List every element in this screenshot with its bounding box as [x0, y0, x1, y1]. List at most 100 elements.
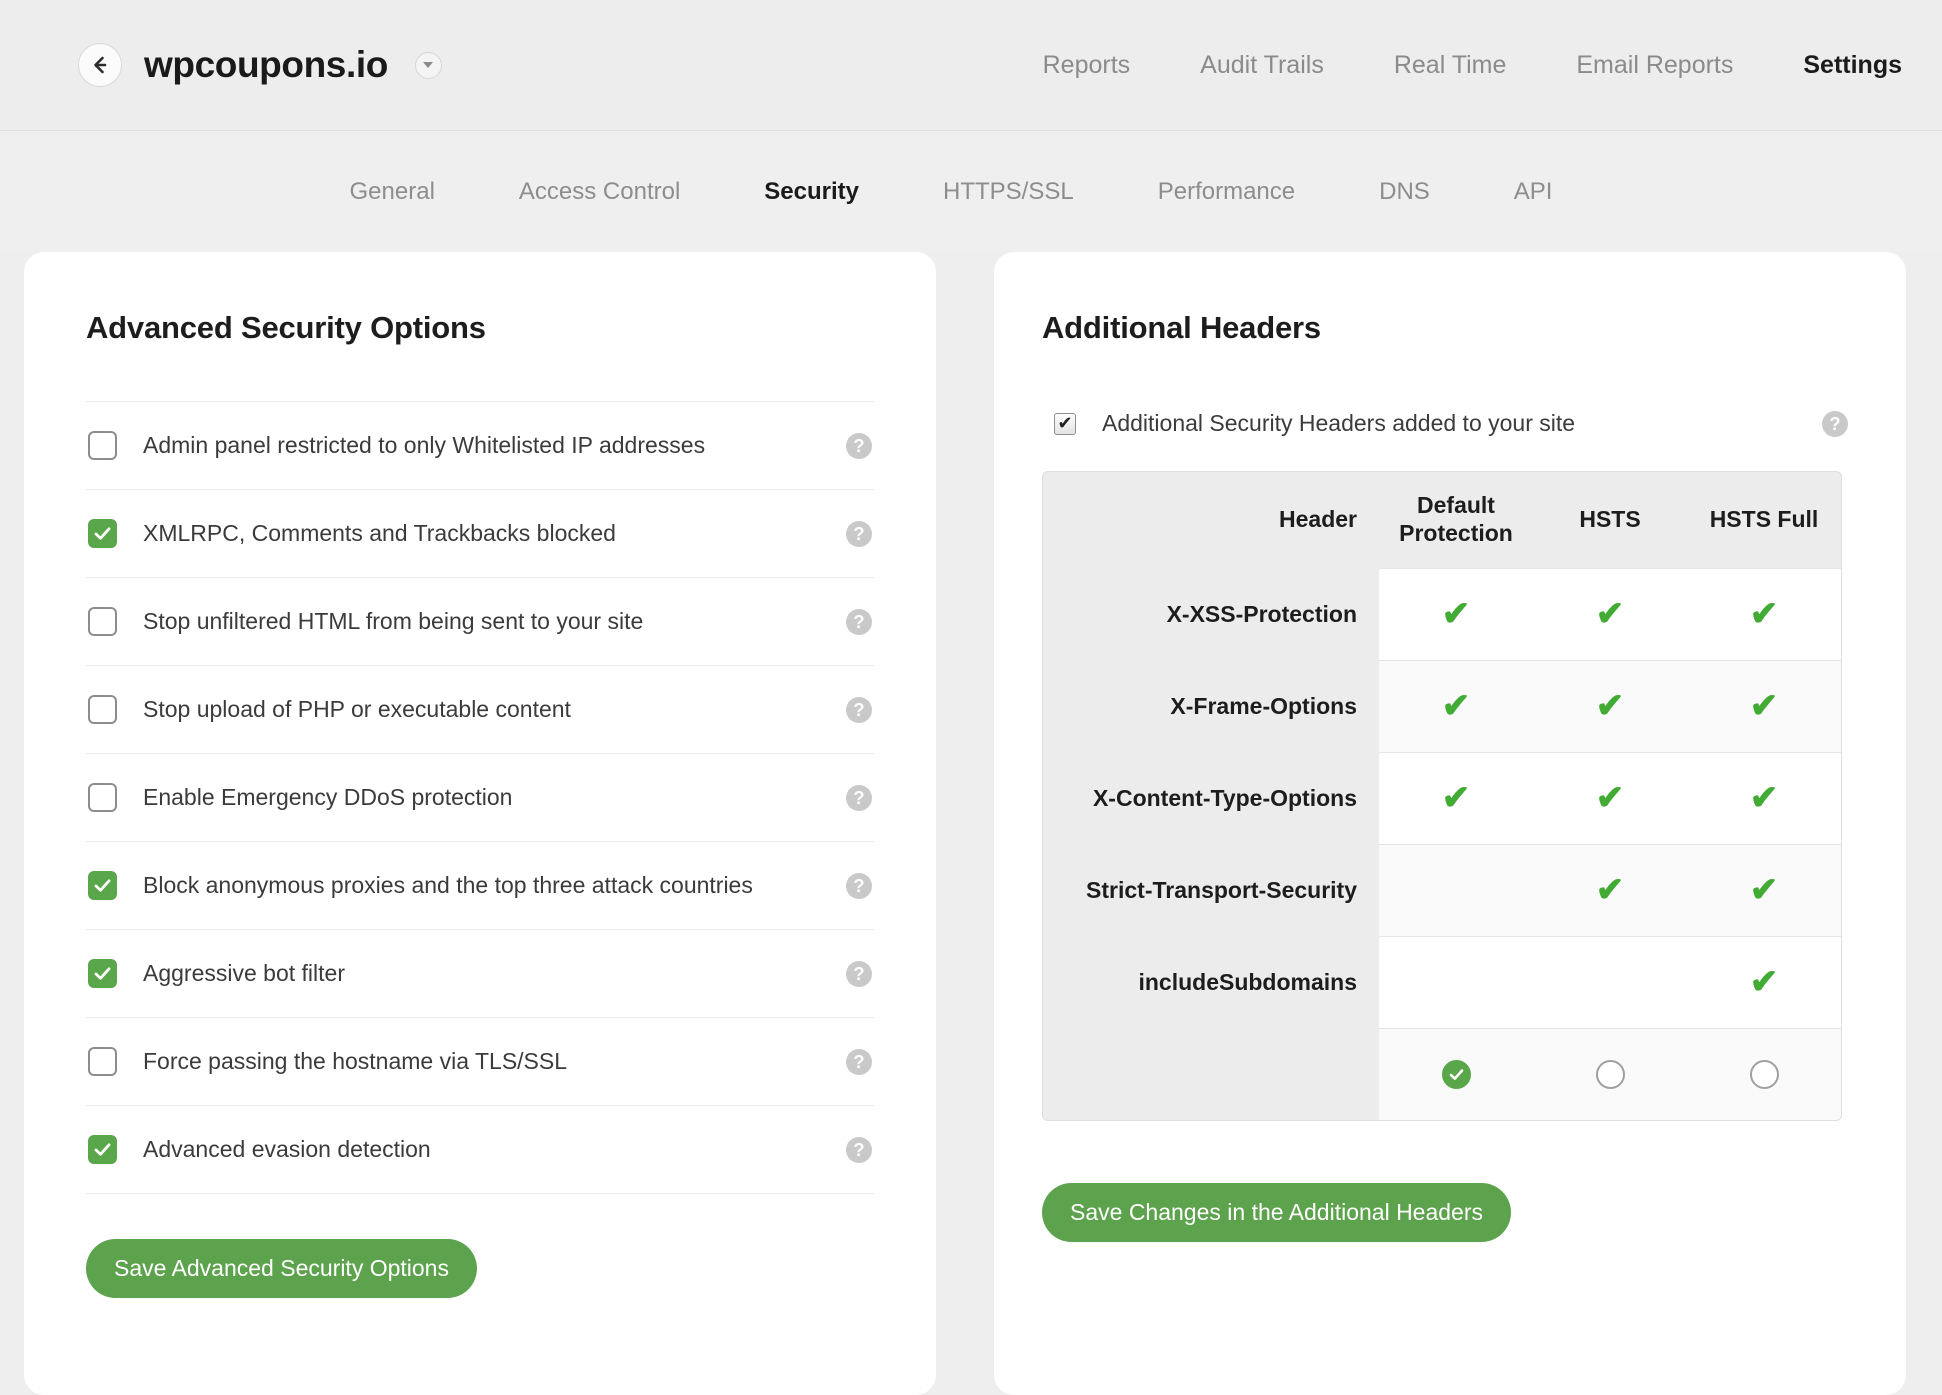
option-row-aggressive-bot-filter[interactable]: Aggressive bot filter ?	[86, 930, 874, 1018]
cell-radio-hsts-full[interactable]	[1687, 1027, 1841, 1120]
question-mark-icon[interactable]: ?	[846, 432, 872, 459]
table-head: Header Default Protection HSTS HSTS Full	[1043, 472, 1841, 568]
question-mark-icon[interactable]: ?	[846, 520, 872, 547]
tab-api[interactable]: API	[1472, 178, 1595, 206]
tab-performance[interactable]: Performance	[1116, 178, 1337, 206]
checkbox-stop-unfiltered-html[interactable]	[88, 607, 117, 636]
option-row-emergency-ddos[interactable]: Enable Emergency DDoS protection ?	[86, 754, 874, 842]
check-icon: ✔	[1441, 687, 1471, 725]
question-mark-icon[interactable]: ?	[1822, 410, 1848, 437]
table-row: X-XSS-Protection ✔ ✔ ✔	[1043, 567, 1841, 660]
site-identity-group: wpcoupons.io	[78, 43, 442, 87]
option-label: Block anonymous proxies and the top thre…	[143, 872, 753, 898]
check-icon: ✔	[1749, 687, 1779, 725]
check-icon: ✔	[1749, 871, 1779, 909]
nav-item-reports[interactable]: Reports	[1008, 51, 1166, 80]
option-label: Stop upload of PHP or executable content	[143, 696, 571, 722]
radio-default-protection[interactable]	[1441, 1059, 1471, 1089]
nav-item-real-time[interactable]: Real Time	[1359, 51, 1542, 80]
cell-default-protection	[1379, 935, 1533, 1028]
table-row: Strict-Transport-Security ✔ ✔	[1043, 843, 1841, 936]
check-icon: ✔	[1441, 779, 1471, 817]
question-mark-icon[interactable]: ?	[846, 872, 872, 899]
save-additional-headers-button[interactable]: Save Changes in the Additional Headers	[1042, 1183, 1512, 1242]
option-label: Aggressive bot filter	[143, 960, 345, 986]
radio-hsts-full[interactable]	[1749, 1059, 1779, 1089]
question-mark-icon[interactable]: ?	[846, 1048, 872, 1075]
cell-hsts-full: ✔	[1687, 659, 1841, 752]
radio-hsts[interactable]	[1595, 1059, 1625, 1089]
check-icon: ✔	[1057, 412, 1073, 433]
question-mark-icon[interactable]: ?	[846, 784, 872, 811]
tab-general[interactable]: General	[308, 178, 477, 206]
site-dropdown-button[interactable]	[414, 51, 442, 79]
option-label: Force passing the hostname via TLS/SSL	[143, 1048, 568, 1074]
check-icon: ✔	[1749, 963, 1779, 1001]
option-label: XMLRPC, Comments and Trackbacks blocked	[143, 520, 616, 546]
check-icon: ✔	[1749, 779, 1779, 817]
checkbox-advanced-evasion-detection[interactable]	[88, 1135, 117, 1164]
tab-security[interactable]: Security	[722, 178, 901, 206]
cell-radio-default-protection[interactable]	[1379, 1027, 1533, 1120]
option-row-xmlrpc-blocked[interactable]: XMLRPC, Comments and Trackbacks blocked …	[86, 490, 874, 578]
cell-hsts: ✔	[1533, 751, 1687, 844]
settings-tabs: General Access Control Security HTTPS/SS…	[0, 131, 1942, 252]
save-advanced-security-options-button[interactable]: Save Advanced Security Options	[86, 1239, 477, 1298]
additional-headers-toggle-row[interactable]: ✔ Additional Security Headers added to y…	[1042, 410, 1858, 437]
additional-headers-toggle-label: Additional Security Headers added to you…	[1102, 410, 1576, 436]
cell-hsts-full: ✔	[1687, 843, 1841, 936]
cell-default-protection: ✔	[1379, 567, 1533, 660]
check-icon	[94, 879, 111, 892]
option-label: Enable Emergency DDoS protection	[143, 784, 513, 810]
cell-hsts: ✔	[1533, 659, 1687, 752]
checkbox-stop-php-upload[interactable]	[88, 695, 117, 724]
tab-dns[interactable]: DNS	[1337, 178, 1472, 206]
checkbox-xmlrpc-blocked[interactable]	[88, 519, 117, 548]
nav-item-settings[interactable]: Settings	[1768, 51, 1902, 80]
question-mark-icon[interactable]: ?	[846, 608, 872, 635]
checkbox-force-hostname-tls[interactable]	[88, 1047, 117, 1076]
option-row-admin-panel-whitelist[interactable]: Admin panel restricted to only Whitelist…	[86, 402, 874, 490]
site-title: wpcoupons.io	[144, 44, 388, 85]
security-options-list: Admin panel restricted to only Whitelist…	[86, 401, 874, 1194]
save-advanced-security-wrap: Save Advanced Security Options	[86, 1239, 874, 1298]
question-mark-icon[interactable]: ?	[846, 696, 872, 723]
tab-https-ssl[interactable]: HTTPS/SSL	[901, 178, 1116, 206]
checkbox-admin-panel-whitelist[interactable]	[88, 431, 117, 460]
checkbox-block-proxies[interactable]	[88, 871, 117, 900]
option-row-advanced-evasion-detection[interactable]: Advanced evasion detection ?	[86, 1106, 874, 1194]
check-icon: ✔	[1595, 687, 1625, 725]
option-row-force-hostname-tls[interactable]: Force passing the hostname via TLS/SSL ?	[86, 1018, 874, 1106]
checkbox-additional-security-headers[interactable]: ✔	[1054, 412, 1076, 435]
row-label-x-xss-protection: X-XSS-Protection	[1043, 568, 1379, 660]
panels-container: Advanced Security Options Admin panel re…	[0, 252, 1942, 1395]
back-button[interactable]	[78, 43, 122, 87]
additional-headers-table-wrap: Header Default Protection HSTS HSTS Full…	[1042, 471, 1842, 1121]
option-row-block-proxies[interactable]: Block anonymous proxies and the top thre…	[86, 842, 874, 930]
option-label: Stop unfiltered HTML from being sent to …	[143, 608, 644, 634]
checkbox-aggressive-bot-filter[interactable]	[88, 959, 117, 988]
nav-item-audit-trails[interactable]: Audit Trails	[1165, 51, 1359, 80]
cell-radio-hsts[interactable]	[1533, 1027, 1687, 1120]
advanced-security-options-title: Advanced Security Options	[86, 310, 486, 345]
save-additional-headers-wrap: Save Changes in the Additional Headers	[1042, 1183, 1858, 1242]
check-icon	[1449, 1069, 1463, 1080]
row-label-x-frame-options: X-Frame-Options	[1043, 660, 1379, 752]
question-mark-icon[interactable]: ?	[846, 960, 872, 987]
tab-access-control[interactable]: Access Control	[477, 178, 722, 206]
column-header-hsts: HSTS	[1533, 472, 1687, 568]
cell-default-protection: ✔	[1379, 659, 1533, 752]
option-row-stop-unfiltered-html[interactable]: Stop unfiltered HTML from being sent to …	[86, 578, 874, 666]
question-mark-icon[interactable]: ?	[846, 1136, 872, 1163]
check-icon	[94, 967, 111, 980]
option-label: Advanced evasion detection	[143, 1136, 431, 1162]
additional-headers-table: Header Default Protection HSTS HSTS Full…	[1043, 472, 1841, 1120]
advanced-security-options-card: Advanced Security Options Admin panel re…	[24, 252, 936, 1395]
option-row-stop-php-upload[interactable]: Stop upload of PHP or executable content…	[86, 666, 874, 754]
chevron-down-icon	[423, 62, 434, 68]
table-row: X-Frame-Options ✔ ✔ ✔	[1043, 659, 1841, 752]
checkbox-emergency-ddos[interactable]	[88, 783, 117, 812]
nav-item-email-reports[interactable]: Email Reports	[1541, 51, 1768, 80]
table-body: X-XSS-Protection ✔ ✔ ✔ X-Frame-Options ✔…	[1043, 567, 1841, 1120]
cell-default-protection: ✔	[1379, 751, 1533, 844]
